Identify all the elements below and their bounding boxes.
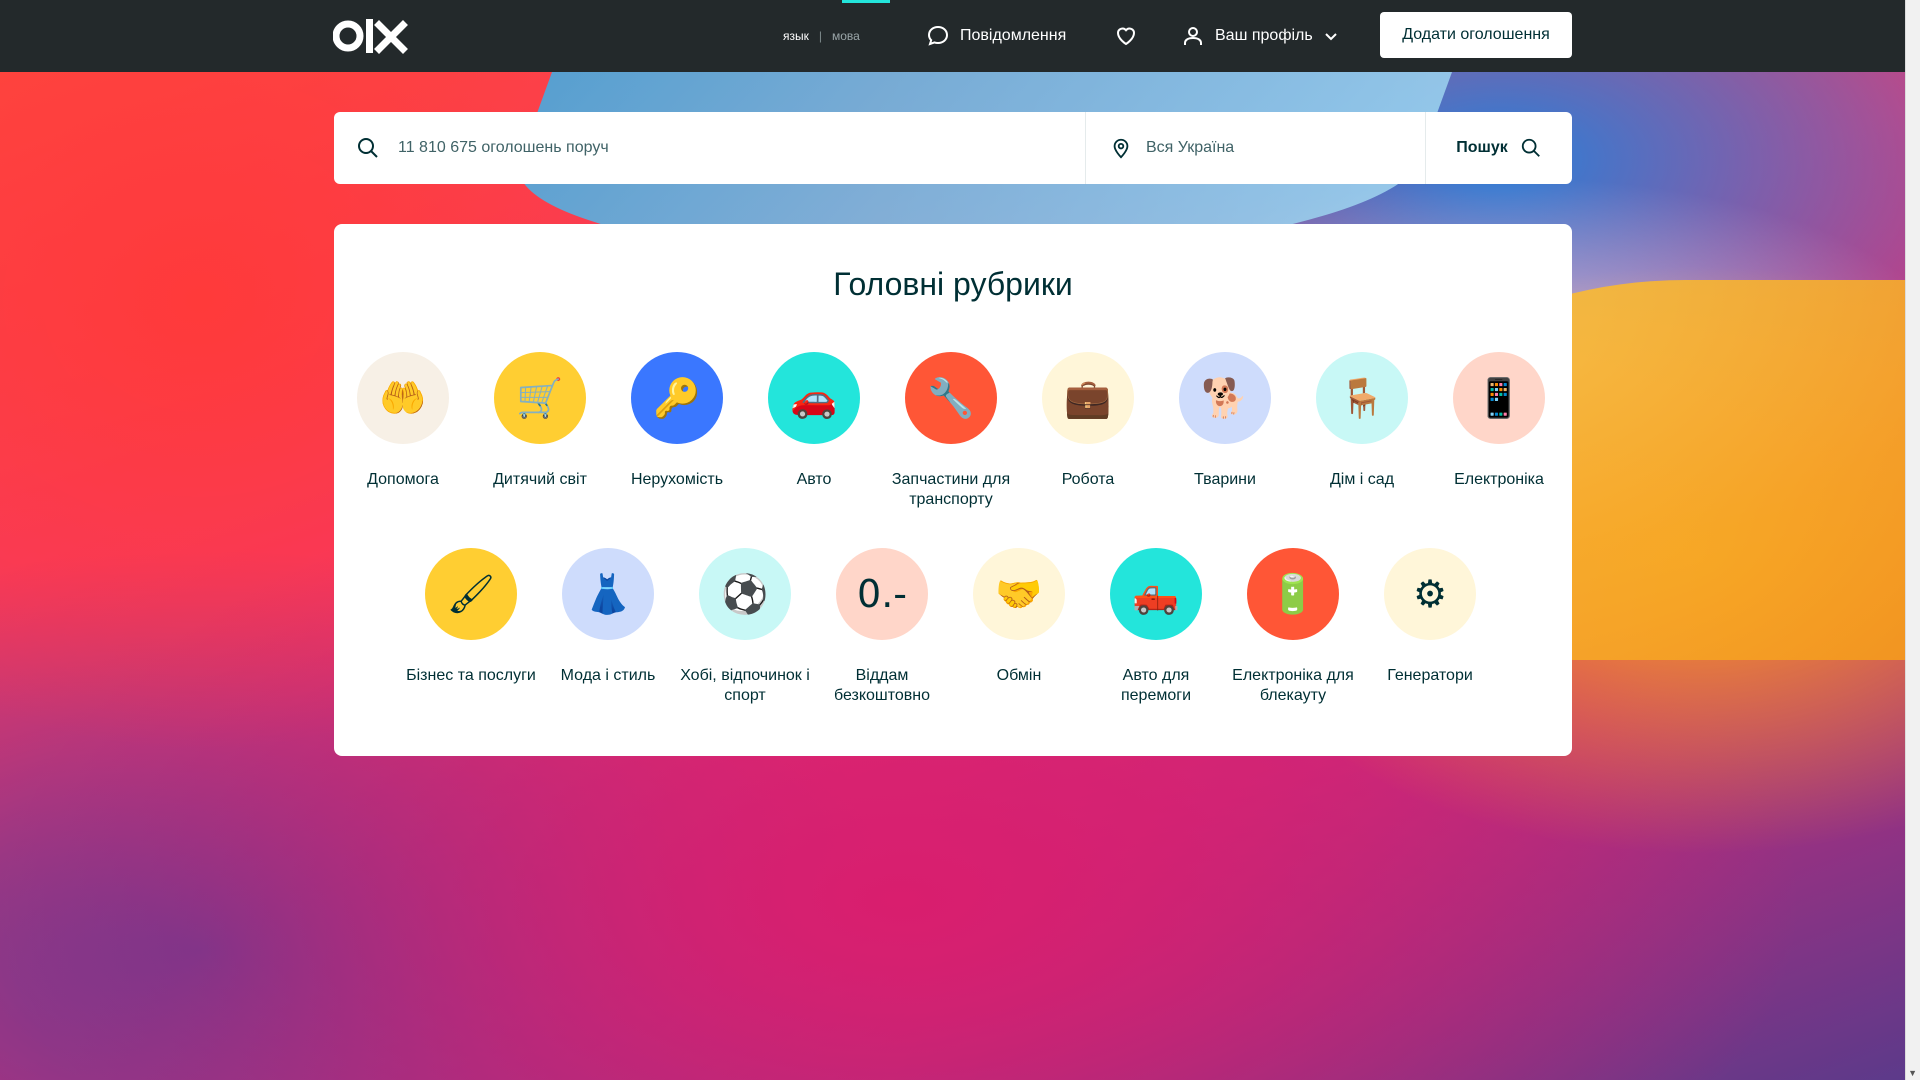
chat-bubble-icon — [927, 25, 949, 46]
favorites-button[interactable] — [1114, 24, 1138, 48]
category-label: Обмін — [996, 667, 1042, 684]
search-input[interactable] — [398, 139, 1058, 157]
chevron-down-icon — [1324, 33, 1337, 41]
scroll-down-icon[interactable]: ▼ — [1908, 1068, 1917, 1078]
category-item[interactable]: 0.- Віддам безкоштовно — [817, 548, 947, 706]
category-item[interactable]: ⚙ Генератори — [1365, 548, 1495, 686]
zero-price-tag-icon: 0.- — [836, 548, 928, 640]
category-label: Тварини — [1194, 471, 1256, 488]
language-active-indicator — [842, 0, 890, 3]
top-navigation-bar: язык | мова Повідомлення Ваш профіль Дод… — [0, 0, 1905, 72]
page-scrollbar[interactable]: ▼ — [1905, 0, 1920, 1080]
soccer-ball-icon: ⚽ — [699, 548, 791, 640]
category-item[interactable]: 🔧 Запчастини для транспорту — [886, 352, 1016, 510]
category-label: Хобі, відпочинок і спорт — [680, 667, 810, 704]
generator-icon: ⚙ — [1384, 548, 1476, 640]
location-field[interactable]: Вся Україна — [1086, 112, 1426, 184]
category-item[interactable]: 💼 Робота — [1023, 352, 1153, 490]
category-label: Мода і стиль — [560, 667, 656, 684]
category-label: Віддам безкоштовно — [833, 667, 931, 704]
dress-icon: 👗 — [562, 548, 654, 640]
handshake-icon: 🤝 — [973, 548, 1065, 640]
search-query-area — [334, 112, 1086, 184]
messages-label: Повідомлення — [960, 27, 1067, 44]
category-item[interactable]: 🛒 Дитячий світ — [475, 352, 605, 490]
lang-uk-link[interactable]: мова — [832, 29, 860, 43]
categories-title: Головні рубрики — [833, 266, 1073, 302]
wrench-icon: 🔧 — [905, 352, 997, 444]
category-item[interactable]: 🔋 Електроніка для блекауту — [1228, 548, 1358, 706]
language-switcher: язык | мова — [783, 29, 860, 43]
location-label: Вся Україна — [1146, 139, 1235, 156]
profile-label: Ваш профіль — [1215, 27, 1313, 44]
helping-hands-icon: 🤲 — [357, 352, 449, 444]
paint-roller-icon: 🖌 — [425, 548, 517, 640]
main-categories-panel: Головні рубрики 🤲 Допомога 🛒 Дитячий світ 🔑 Н… — [334, 224, 1572, 756]
category-label: Електроніка — [1454, 471, 1544, 488]
search-bar: Вся Україна Пошук — [334, 112, 1572, 184]
location-pin-icon — [1113, 138, 1129, 159]
heart-icon — [1116, 27, 1136, 46]
car-icon: 🚗 — [768, 352, 860, 444]
search-button-icon — [1521, 138, 1540, 157]
category-item[interactable]: 👗 Мода і стиль — [543, 548, 673, 686]
key-icon: 🔑 — [631, 352, 723, 444]
category-item[interactable]: 🤝 Обмін — [954, 548, 1084, 686]
smartphone-icon: 📱 — [1453, 352, 1545, 444]
category-label: Дитячий світ — [493, 471, 587, 488]
category-label: Робота — [1061, 471, 1115, 488]
dog-icon: 🐕 — [1179, 352, 1271, 444]
category-item[interactable]: 🖌 Бізнес та послуги — [406, 548, 536, 686]
category-label: Електроніка для блекауту — [1232, 667, 1354, 704]
category-label: Допомога — [367, 471, 439, 488]
category-item[interactable]: 🤲 Допомога — [338, 352, 468, 490]
category-item[interactable]: 🪑 Дім і сад — [1297, 352, 1427, 490]
lang-separator: | — [818, 29, 822, 43]
category-label: Генератори — [1387, 667, 1473, 684]
profile-menu[interactable]: Ваш профіль — [1181, 24, 1339, 48]
armchair-icon: 🪑 — [1316, 352, 1408, 444]
lang-ru-link[interactable]: язык — [783, 29, 809, 43]
user-icon — [1184, 27, 1202, 45]
search-button-label: Пошук — [1456, 139, 1508, 156]
category-label: Бізнес та послуги — [406, 667, 536, 684]
category-label: Дім і сад — [1329, 471, 1395, 488]
briefcase-icon: 💼 — [1042, 352, 1134, 444]
add-listing-button[interactable]: Додати оголошення — [1380, 12, 1572, 58]
stroller-icon: 🛒 — [494, 352, 586, 444]
category-label: Нерухомість — [630, 471, 724, 488]
search-icon — [358, 138, 378, 158]
category-item[interactable]: 🔑 Нерухомість — [612, 352, 742, 490]
category-label: Запчастини для транспорту — [891, 471, 1011, 508]
search-button[interactable]: Пошук — [1426, 112, 1572, 184]
pickup-truck-icon: 🛻 — [1110, 548, 1202, 640]
messages-link[interactable]: Повідомлення — [926, 24, 1066, 48]
category-label: Авто для перемоги — [1120, 667, 1192, 704]
category-label: Авто — [796, 471, 832, 488]
power-station-icon: 🔋 — [1247, 548, 1339, 640]
olx-logo[interactable] — [333, 15, 409, 57]
category-item[interactable]: ⚽ Хобі, відпочинок і спорт — [680, 548, 810, 706]
category-item[interactable]: 📱 Електроніка — [1434, 352, 1564, 490]
category-item[interactable]: 🛻 Авто для перемоги — [1091, 548, 1221, 706]
category-item[interactable]: 🚗 Авто — [749, 352, 879, 490]
category-item[interactable]: 🐕 Тварини — [1160, 352, 1290, 490]
